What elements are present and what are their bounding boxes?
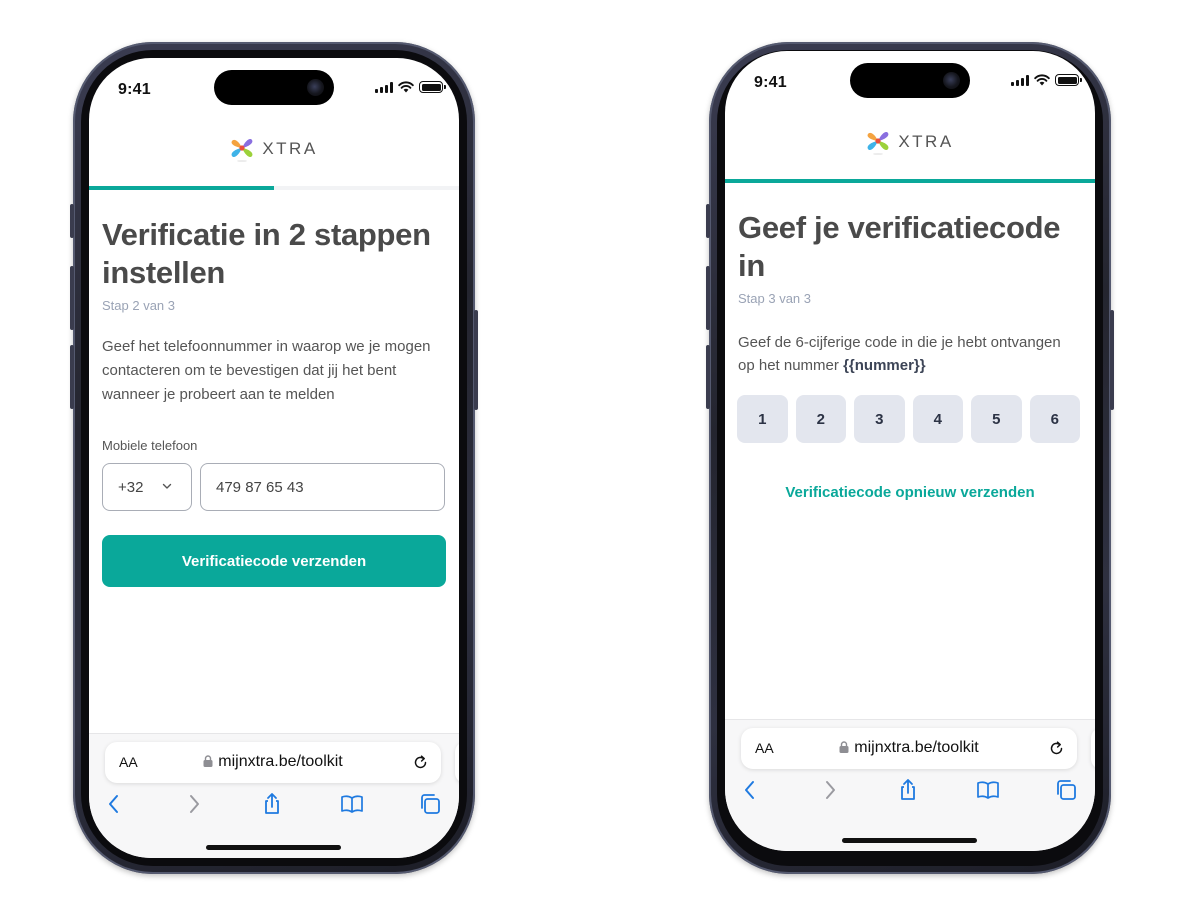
- camera-icon: [943, 72, 960, 89]
- send-verification-code-button[interactable]: Verificatiecode verzenden: [102, 535, 446, 587]
- power-button: [474, 310, 478, 410]
- volume-up-button: [706, 266, 710, 330]
- code-digit-input[interactable]: 2: [795, 395, 846, 443]
- camera-icon: [307, 79, 324, 96]
- code-digit-input[interactable]: 3: [854, 395, 905, 443]
- code-digit-input[interactable]: 6: [1029, 395, 1080, 443]
- page-description: Geef de 6-cijferige code in die je hebt …: [738, 331, 1081, 377]
- action-button: [706, 204, 710, 238]
- status-time: 9:41: [754, 74, 787, 91]
- next-tab-peek: [1091, 728, 1095, 769]
- address-bar[interactable]: AA mijnxtra.be/toolkit: [741, 728, 1077, 769]
- reload-icon[interactable]: [1048, 740, 1065, 757]
- phone-number-placeholder: {{nummer}}: [843, 357, 926, 374]
- home-indicator[interactable]: [842, 838, 977, 843]
- tabs-icon[interactable]: [418, 792, 442, 816]
- volume-down-button: [70, 345, 74, 409]
- mobile-phone-label: Mobiele telefoon: [102, 438, 198, 453]
- code-digit-input[interactable]: 1: [737, 395, 788, 443]
- safari-browser-chrome: AA mijnxtra.be/toolkit: [89, 733, 459, 858]
- code-digit-input[interactable]: 5: [971, 395, 1022, 443]
- bookmarks-icon[interactable]: [340, 792, 364, 816]
- action-button: [70, 204, 74, 238]
- url-text: mijnxtra.be/toolkit: [854, 739, 979, 756]
- page-content: Verificatie in 2 stappen instellen Stap …: [102, 216, 445, 407]
- step-indicator: Stap 3 van 3: [738, 291, 811, 306]
- wifi-icon: [1034, 74, 1050, 86]
- left-phone-frame: 9:41 XTRA Verificatie in 2 stappen inste…: [70, 42, 478, 874]
- reload-icon[interactable]: [412, 754, 429, 771]
- page-content: Geef je verificatiecode in Stap 3 van 3 …: [738, 209, 1081, 377]
- right-screen: 9:41 XTRA Geef je verificatiecode in Sta…: [725, 51, 1095, 851]
- status-icons: [375, 81, 446, 93]
- volume-up-button: [70, 266, 74, 330]
- progress-fill: [89, 186, 274, 190]
- forward-icon[interactable]: [818, 778, 842, 802]
- page-description: Geef het telefoonnummer in waarop we je …: [102, 338, 431, 403]
- next-tab-peek: [455, 742, 459, 783]
- dynamic-island: [214, 70, 334, 105]
- verification-code-inputs: 1 2 3 4 5 6: [737, 395, 1080, 443]
- tabs-icon[interactable]: [1054, 778, 1078, 802]
- lock-icon: [203, 755, 213, 767]
- volume-down-button: [706, 345, 710, 409]
- share-icon[interactable]: [260, 792, 284, 816]
- xtra-logo-icon: [231, 138, 253, 162]
- battery-icon: [419, 81, 446, 93]
- share-icon[interactable]: [896, 778, 920, 802]
- left-screen: 9:41 XTRA Verificatie in 2 stappen inste…: [89, 58, 459, 858]
- xtra-logo: XTRA: [89, 136, 459, 162]
- status-time: 9:41: [118, 81, 151, 98]
- chevron-down-icon: [162, 483, 172, 489]
- phone-number-input[interactable]: [200, 463, 445, 511]
- forward-icon[interactable]: [182, 792, 206, 816]
- page-title: Geef je verificatiecode in: [738, 210, 1061, 283]
- progress-bar: [89, 186, 459, 190]
- page-title: Verificatie in 2 stappen instellen: [102, 217, 431, 290]
- right-phone-frame: 9:41 XTRA Geef je verificatiecode in Sta…: [706, 42, 1114, 874]
- step-indicator: Stap 2 van 3: [102, 298, 175, 313]
- url-text: mijnxtra.be/toolkit: [218, 753, 343, 770]
- cellular-signal-icon: [1011, 74, 1029, 86]
- wifi-icon: [398, 81, 414, 93]
- back-icon[interactable]: [738, 778, 762, 802]
- address-bar[interactable]: AA mijnxtra.be/toolkit: [105, 742, 441, 783]
- lock-icon: [839, 741, 849, 753]
- browser-toolbar: [89, 790, 459, 820]
- cellular-signal-icon: [375, 81, 393, 93]
- xtra-logo-icon: [867, 131, 889, 155]
- progress-bar: [725, 179, 1095, 183]
- progress-fill: [725, 179, 1095, 183]
- resend-code-link[interactable]: Verificatiecode opnieuw verzenden: [725, 484, 1095, 501]
- xtra-logo: XTRA: [725, 129, 1095, 155]
- battery-icon: [1055, 74, 1082, 86]
- status-icons: [1011, 74, 1082, 86]
- country-code-value: +32: [118, 478, 144, 496]
- back-icon[interactable]: [102, 792, 126, 816]
- safari-browser-chrome: AA mijnxtra.be/toolkit: [725, 719, 1095, 851]
- code-digit-input[interactable]: 4: [912, 395, 963, 443]
- browser-toolbar: [725, 776, 1095, 806]
- power-button: [1110, 310, 1114, 410]
- logo-text: XTRA: [898, 132, 954, 151]
- logo-text: XTRA: [262, 139, 318, 158]
- dynamic-island: [850, 63, 970, 98]
- country-code-select[interactable]: +32: [102, 463, 192, 511]
- home-indicator[interactable]: [206, 845, 341, 850]
- bookmarks-icon[interactable]: [976, 778, 1000, 802]
